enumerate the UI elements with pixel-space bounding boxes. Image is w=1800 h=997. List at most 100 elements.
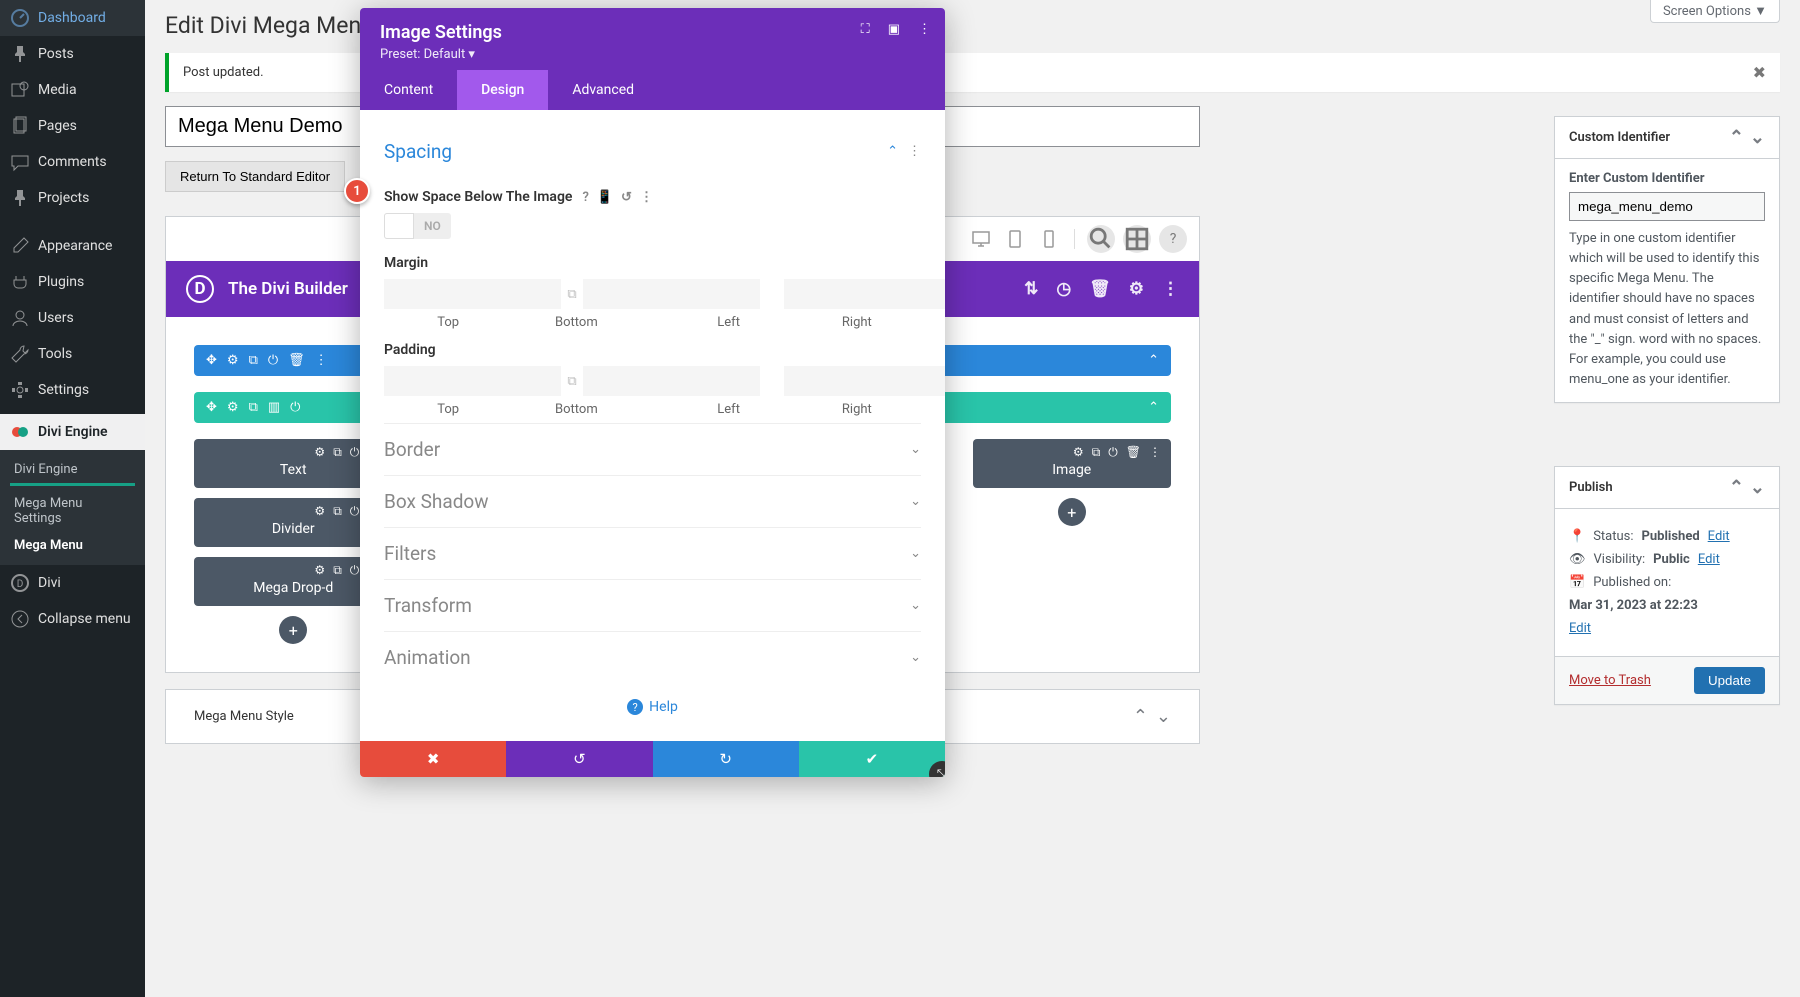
sidebar-item-dashboard[interactable]: Dashboard bbox=[0, 0, 145, 36]
gear-icon[interactable]: ⚙ bbox=[314, 563, 325, 578]
wireframe-icon[interactable] bbox=[1123, 225, 1151, 253]
gear-icon[interactable]: ⚙ bbox=[314, 504, 325, 519]
chevron-up-icon[interactable]: ⌃ bbox=[1729, 477, 1744, 498]
more-icon[interactable]: ⋮ bbox=[640, 190, 653, 205]
power-icon[interactable]: ⏻ bbox=[350, 504, 360, 519]
sidebar-item-settings[interactable]: Settings bbox=[0, 372, 145, 408]
sidebar-item-posts[interactable]: Posts bbox=[0, 36, 145, 72]
power-icon[interactable]: ⏻ bbox=[290, 400, 300, 415]
module-image[interactable]: ⚙⧉⏻🗑⋮ Image bbox=[973, 439, 1172, 488]
chevron-down-icon[interactable]: ⌄ bbox=[1750, 477, 1765, 498]
gear-icon[interactable]: ⚙ bbox=[227, 400, 239, 415]
sidebar-sub-mega-menu-settings[interactable]: Mega Menu Settings bbox=[0, 490, 145, 532]
tab-content[interactable]: Content bbox=[360, 70, 457, 110]
duplicate-icon[interactable]: ⧉ bbox=[333, 445, 342, 460]
history-icon[interactable]: ◷ bbox=[1056, 279, 1071, 299]
modal-cancel-button[interactable]: ✖ bbox=[360, 741, 506, 777]
update-button[interactable]: Update bbox=[1694, 667, 1765, 694]
more-icon[interactable]: ⋮ bbox=[1162, 279, 1179, 299]
help-icon[interactable]: ? bbox=[582, 190, 588, 205]
move-to-trash-link[interactable]: Move to Trash bbox=[1569, 673, 1651, 688]
sidebar-item-collapse[interactable]: Collapse menu bbox=[0, 601, 145, 637]
border-section-header[interactable]: Border⌄ bbox=[384, 423, 921, 475]
move-icon[interactable]: ✥ bbox=[206, 353, 217, 368]
power-icon[interactable]: ⏻ bbox=[350, 445, 360, 460]
snap-icon[interactable]: ▣ bbox=[888, 22, 900, 37]
sidebar-sub-mega-menu[interactable]: Mega Menu bbox=[0, 532, 145, 559]
modal-save-button[interactable]: ✔ bbox=[799, 741, 945, 777]
duplicate-icon[interactable]: ⧉ bbox=[333, 563, 342, 578]
more-icon[interactable]: ⋮ bbox=[918, 22, 931, 37]
collapse-section-icon[interactable]: ⌃ bbox=[1148, 353, 1159, 368]
duplicate-icon[interactable]: ⧉ bbox=[249, 400, 258, 415]
notice-dismiss-icon[interactable]: ✖ bbox=[1753, 63, 1766, 82]
chevron-down-icon[interactable]: ⌄ bbox=[1156, 706, 1171, 727]
modal-redo-button[interactable]: ↻ bbox=[653, 741, 799, 777]
padding-bottom-input[interactable] bbox=[583, 366, 760, 396]
power-icon[interactable]: ⏻ bbox=[1108, 445, 1118, 460]
gear-icon[interactable]: ⚙ bbox=[1073, 445, 1084, 460]
link-icon[interactable]: ⧉ bbox=[561, 287, 583, 302]
phone-icon[interactable]: 📱 bbox=[597, 190, 613, 205]
tablet-icon[interactable] bbox=[1002, 229, 1028, 249]
duplicate-icon[interactable]: ⧉ bbox=[333, 504, 342, 519]
collapse-row-icon[interactable]: ⌃ bbox=[1148, 400, 1159, 415]
tab-advanced[interactable]: Advanced bbox=[548, 70, 658, 110]
spacing-section-header[interactable]: Spacing ⌃⋮ bbox=[384, 126, 921, 177]
settings-icon[interactable]: ⚙ bbox=[1129, 279, 1144, 299]
help-icon[interactable]: ? bbox=[1159, 225, 1187, 253]
modal-undo-button[interactable]: ↺ bbox=[506, 741, 652, 777]
sidebar-item-divi-engine[interactable]: Divi Engine bbox=[0, 414, 145, 450]
desktop-icon[interactable] bbox=[968, 229, 994, 249]
edit-visibility-link[interactable]: Edit bbox=[1698, 552, 1720, 567]
add-module-button[interactable]: + bbox=[279, 616, 307, 644]
more-icon[interactable]: ⋮ bbox=[908, 144, 921, 159]
filters-section-header[interactable]: Filters⌄ bbox=[384, 527, 921, 579]
duplicate-icon[interactable]: ⧉ bbox=[249, 353, 258, 368]
chevron-up-icon[interactable]: ⌃ bbox=[1133, 706, 1148, 727]
power-icon[interactable]: ⏻ bbox=[350, 563, 360, 578]
phone-icon[interactable] bbox=[1036, 229, 1062, 249]
columns-icon[interactable]: ▥ bbox=[268, 400, 280, 415]
more-icon[interactable]: ⋮ bbox=[1149, 445, 1161, 460]
gear-icon[interactable]: ⚙ bbox=[227, 353, 239, 368]
gear-icon[interactable]: ⚙ bbox=[314, 445, 325, 460]
reset-icon[interactable]: ↺ bbox=[621, 190, 632, 205]
sidebar-item-comments[interactable]: Comments bbox=[0, 144, 145, 180]
box-shadow-section-header[interactable]: Box Shadow⌄ bbox=[384, 475, 921, 527]
sidebar-item-media[interactable]: Media bbox=[0, 72, 145, 108]
animation-section-header[interactable]: Animation⌄ bbox=[384, 631, 921, 683]
duplicate-icon[interactable]: ⧉ bbox=[1092, 445, 1101, 460]
sidebar-item-tools[interactable]: Tools bbox=[0, 336, 145, 372]
expand-icon[interactable]: ⛶ bbox=[861, 22, 870, 37]
sidebar-item-projects[interactable]: Projects bbox=[0, 180, 145, 216]
tab-design[interactable]: Design bbox=[457, 70, 548, 110]
delete-icon[interactable]: 🗑 bbox=[1126, 445, 1141, 460]
sidebar-item-plugins[interactable]: Plugins bbox=[0, 264, 145, 300]
return-standard-editor-button[interactable]: Return To Standard Editor bbox=[165, 161, 345, 192]
margin-bottom-input[interactable] bbox=[583, 279, 760, 309]
modal-preset[interactable]: Preset: Default ▾ bbox=[380, 47, 925, 62]
padding-top-input[interactable] bbox=[384, 366, 561, 396]
sidebar-sub-divi-engine[interactable]: Divi Engine bbox=[0, 456, 145, 483]
margin-left-input[interactable] bbox=[784, 279, 945, 309]
sidebar-item-appearance[interactable]: Appearance bbox=[0, 228, 145, 264]
help-link[interactable]: ?Help bbox=[384, 683, 921, 735]
add-module-button[interactable]: + bbox=[1058, 498, 1086, 526]
margin-top-input[interactable] bbox=[384, 279, 561, 309]
chevron-up-icon[interactable]: ⌃ bbox=[1729, 127, 1744, 148]
sidebar-item-pages[interactable]: Pages bbox=[0, 108, 145, 144]
screen-options-button[interactable]: Screen Options ▼ bbox=[1650, 0, 1780, 23]
link-icon[interactable]: ⧉ bbox=[561, 374, 583, 389]
show-space-toggle[interactable]: NO bbox=[384, 213, 451, 239]
edit-status-link[interactable]: Edit bbox=[1708, 529, 1730, 544]
edit-date-link[interactable]: Edit bbox=[1569, 621, 1765, 636]
sidebar-item-divi[interactable]: DDivi bbox=[0, 565, 145, 601]
power-icon[interactable]: ⏻ bbox=[268, 353, 278, 368]
identifier-input[interactable] bbox=[1569, 192, 1765, 221]
sidebar-item-users[interactable]: Users bbox=[0, 300, 145, 336]
padding-left-input[interactable] bbox=[784, 366, 945, 396]
zoom-icon[interactable] bbox=[1087, 225, 1115, 253]
transform-section-header[interactable]: Transform⌄ bbox=[384, 579, 921, 631]
move-icon[interactable]: ✥ bbox=[206, 400, 217, 415]
